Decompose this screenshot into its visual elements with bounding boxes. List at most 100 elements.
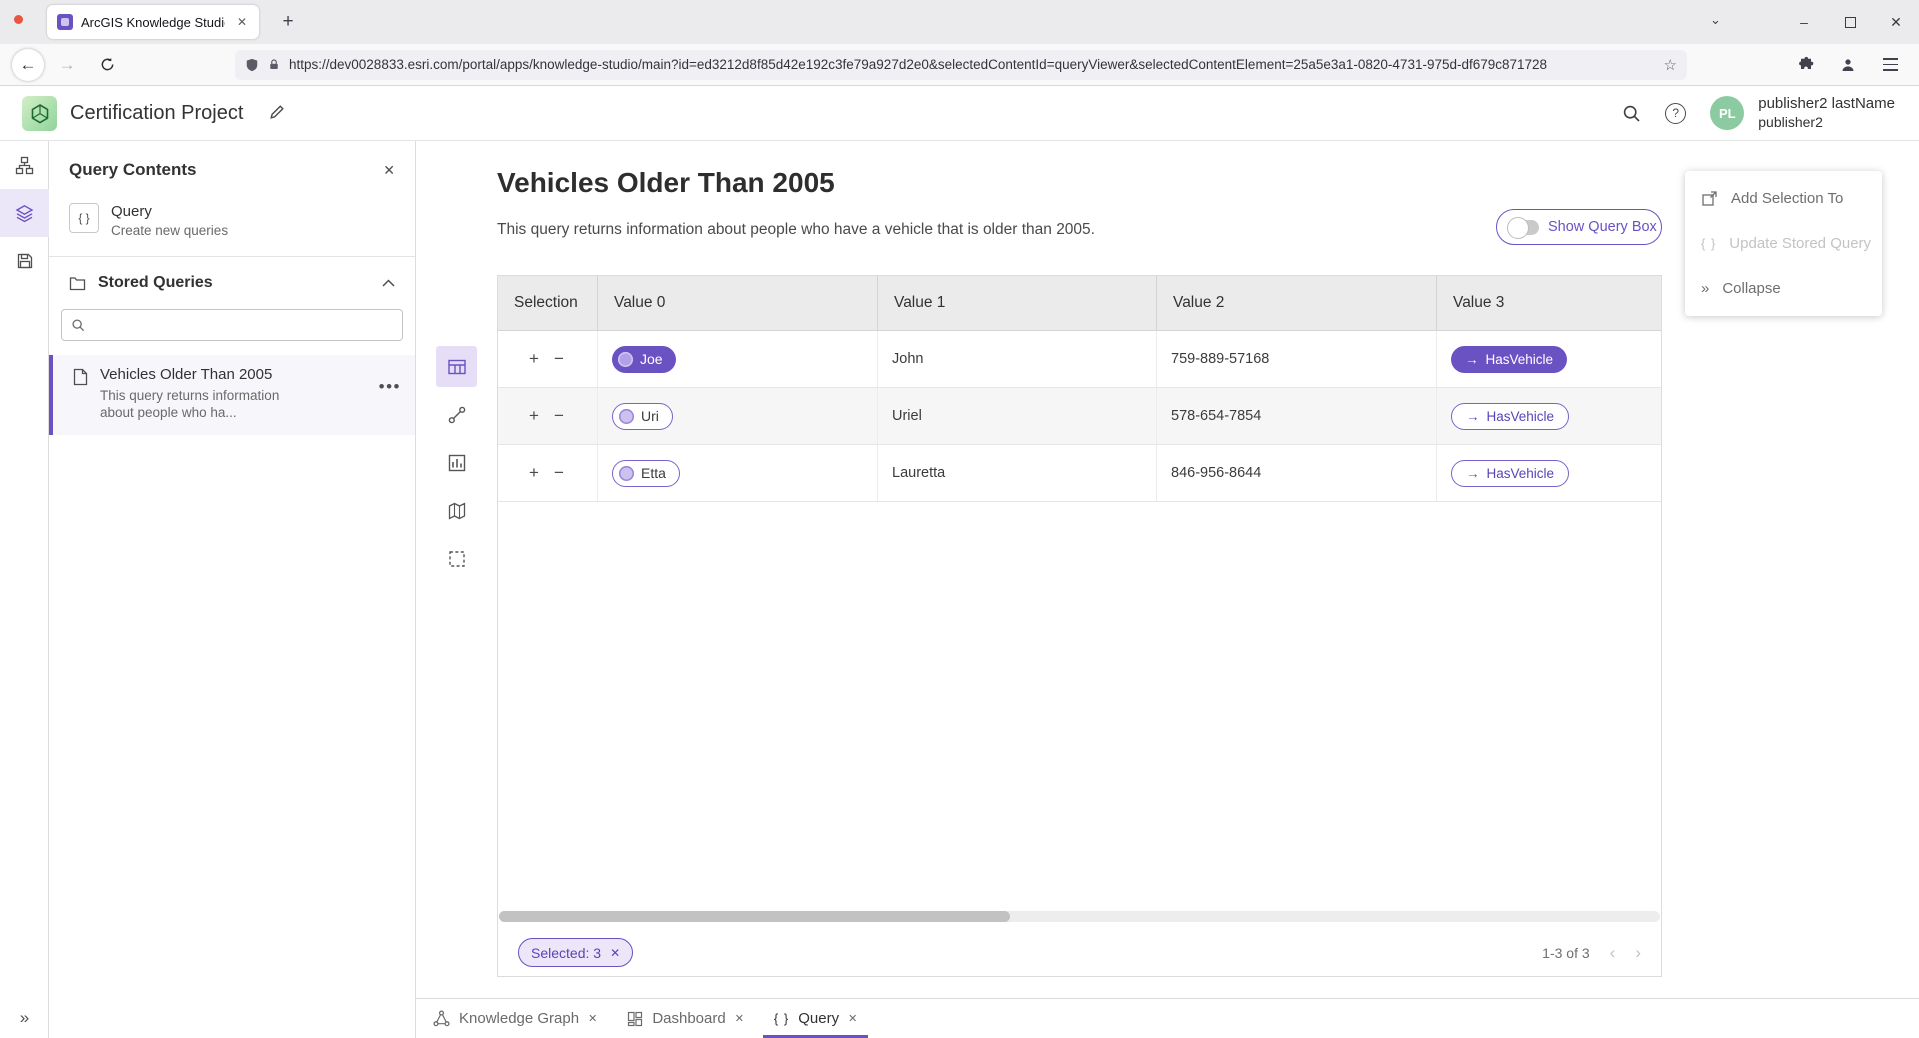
avatar[interactable]: PL	[1710, 96, 1744, 130]
document-icon	[73, 368, 88, 386]
help-icon[interactable]: ?	[1665, 103, 1686, 124]
remove-from-selection-icon[interactable]: −	[554, 463, 564, 483]
dashboard-icon	[627, 1011, 643, 1027]
back-button[interactable]: ←	[12, 49, 44, 81]
new-tab-button[interactable]: +	[274, 8, 302, 36]
value-2-cell: 578-654-7854	[1157, 388, 1437, 444]
search-input[interactable]	[92, 317, 393, 333]
close-panel-icon[interactable]: ✕	[383, 162, 395, 179]
close-tab-icon[interactable]: ✕	[848, 1012, 857, 1025]
table-row[interactable]: +−UriUriel578-654-7854→HasVehicle	[498, 388, 1661, 445]
close-tab-icon[interactable]: ✕	[233, 13, 251, 31]
chevron-up-icon[interactable]	[382, 279, 395, 287]
column-header[interactable]: Selection	[498, 276, 598, 330]
remove-from-selection-icon[interactable]: −	[554, 349, 564, 369]
relationship-pill[interactable]: →HasVehicle	[1451, 460, 1569, 487]
new-query-item[interactable]: { } Query Create new queries	[49, 199, 415, 256]
account-icon[interactable]	[1833, 50, 1863, 80]
stored-queries-search[interactable]	[61, 309, 403, 341]
add-to-selection-icon[interactable]: +	[529, 463, 539, 483]
selected-chip-label: Selected: 3	[531, 945, 601, 961]
horizontal-scrollbar[interactable]	[499, 911, 1660, 922]
maximize-button[interactable]	[1827, 0, 1873, 44]
refresh-button[interactable]	[90, 49, 124, 81]
tab-label: Dashboard	[652, 1010, 725, 1027]
entity-dot-icon	[619, 409, 634, 424]
edit-title-button[interactable]	[268, 103, 286, 121]
forward-button[interactable]: →	[50, 49, 84, 81]
lock-icon[interactable]	[268, 58, 280, 71]
entity-dot-icon	[618, 352, 633, 367]
extensions-icon[interactable]	[1791, 50, 1821, 80]
scrollbar-thumb[interactable]	[499, 911, 1010, 922]
selection-cell: +−	[498, 445, 598, 501]
braces-icon: { }	[69, 203, 99, 233]
browser-nav-bar: ← → https://dev0028833.esri.com/portal/a…	[0, 44, 1919, 86]
table-view-icon[interactable]	[436, 346, 477, 387]
map-view-icon[interactable]	[436, 490, 477, 531]
menu-item-label: Collapse	[1722, 280, 1780, 297]
previous-page-icon[interactable]: ‹	[1610, 943, 1616, 963]
value-1-cell: Lauretta	[878, 445, 1157, 501]
close-window-button[interactable]: ✕	[1873, 0, 1919, 44]
browser-tab[interactable]: ArcGIS Knowledge Studio ✕	[47, 5, 259, 39]
table-row[interactable]: +−EttaLauretta846-956-8644→HasVehicle	[498, 445, 1661, 502]
project-title: Certification Project	[70, 86, 243, 140]
menu-icon[interactable]	[1875, 50, 1905, 80]
list-tabs-chevron-icon[interactable]: ⌄	[1710, 12, 1721, 28]
user-info[interactable]: publisher2 lastName publisher2	[1758, 95, 1895, 131]
view-toolbar	[436, 346, 478, 579]
relationship-pill[interactable]: →HasVehicle	[1451, 346, 1567, 373]
arrow-right-icon: →	[1466, 409, 1480, 424]
tab-query[interactable]: { } Query ✕	[759, 999, 872, 1038]
column-header[interactable]: Value 2	[1157, 276, 1437, 330]
relationship-pill[interactable]: →HasVehicle	[1451, 403, 1569, 430]
query-contents-panel: Query Contents ✕ { } Query Create new qu…	[49, 141, 416, 1038]
entity-dot-icon	[619, 466, 634, 481]
add-selection-to-icon	[1701, 190, 1718, 207]
menu-item-update-stored-query[interactable]: { } Update Stored Query	[1685, 221, 1882, 266]
tracking-shield-icon[interactable]	[245, 58, 259, 72]
layers-icon[interactable]	[0, 189, 49, 237]
remove-from-selection-icon[interactable]: −	[554, 406, 564, 426]
clear-selection-icon[interactable]: ✕	[610, 946, 620, 960]
tab-knowledge-graph[interactable]: Knowledge Graph ✕	[418, 999, 612, 1038]
minimize-button[interactable]: –	[1781, 0, 1827, 44]
add-to-selection-icon[interactable]: +	[529, 349, 539, 369]
chart-view-icon[interactable]	[436, 442, 477, 483]
bookmark-star-icon[interactable]: ☆	[1664, 56, 1677, 74]
add-to-selection-icon[interactable]: +	[529, 406, 539, 426]
save-icon[interactable]	[0, 237, 49, 285]
search-icon[interactable]	[1622, 104, 1641, 123]
stored-query-item[interactable]: Vehicles Older Than 2005 This query retu…	[49, 355, 415, 435]
more-options-icon[interactable]: •••	[379, 377, 401, 397]
selected-chip[interactable]: Selected: 3 ✕	[518, 938, 633, 967]
selection-cell: +−	[498, 388, 598, 444]
toggle-switch[interactable]	[1509, 220, 1539, 235]
show-query-box-toggle[interactable]: Show Query Box	[1496, 209, 1662, 245]
column-header[interactable]: Value 3	[1437, 276, 1661, 330]
menu-item-add-selection-to[interactable]: Add Selection To	[1685, 176, 1882, 221]
expand-strip-icon[interactable]: »	[0, 1008, 49, 1028]
url-bar[interactable]: https://dev0028833.esri.com/portal/apps/…	[235, 50, 1687, 80]
entity-pill[interactable]: Etta	[612, 460, 680, 487]
data-model-icon[interactable]	[0, 141, 49, 189]
notification-dot-icon	[14, 15, 23, 24]
knowledge-graph-icon	[433, 1010, 450, 1027]
entity-pill[interactable]: Joe	[612, 346, 676, 373]
stored-queries-header[interactable]: Stored Queries	[49, 257, 415, 309]
column-header[interactable]: Value 0	[598, 276, 878, 330]
new-query-subtitle: Create new queries	[111, 223, 228, 238]
next-page-icon[interactable]: ›	[1635, 943, 1641, 963]
search-icon	[71, 318, 85, 332]
column-header[interactable]: Value 1	[878, 276, 1157, 330]
menu-item-collapse[interactable]: » Collapse	[1685, 266, 1882, 311]
link-chart-icon[interactable]	[436, 394, 477, 435]
entity-pill[interactable]: Uri	[612, 403, 673, 430]
tab-dashboard[interactable]: Dashboard ✕	[612, 999, 759, 1038]
table-row[interactable]: +−JoeJohn759-889-57168→HasVehicle	[498, 331, 1661, 388]
selection-tools-icon[interactable]	[436, 538, 477, 579]
close-tab-icon[interactable]: ✕	[588, 1012, 597, 1025]
close-tab-icon[interactable]: ✕	[735, 1012, 744, 1025]
arcgis-knowledge-logo	[22, 96, 57, 131]
